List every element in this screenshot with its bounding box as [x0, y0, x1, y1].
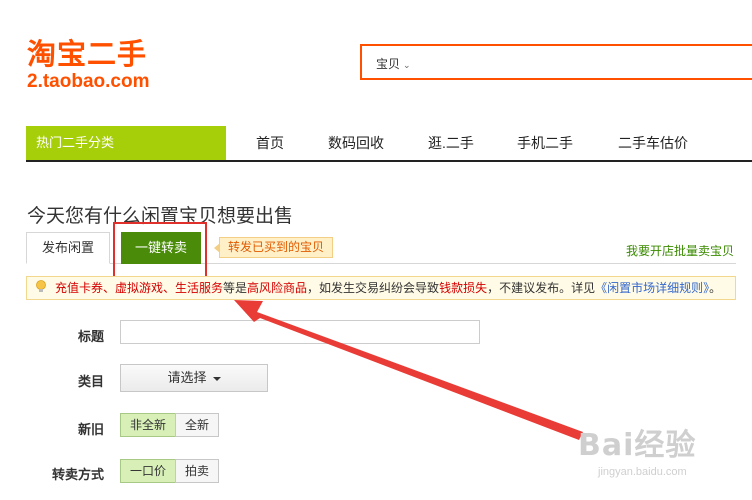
logo-domain-text: 2.taobao.com	[27, 71, 150, 92]
risk-warning-bar: 充值卡券、虚拟游戏、生活服务等是高风险商品，如发生交易纠纷会导致钱款损失，不建议…	[26, 276, 736, 300]
watermark-logo-text: Bai经验	[578, 428, 697, 463]
category-label: 类目	[77, 374, 104, 389]
baidu-jingyan-watermark: Bai经验 jingyan.baidu.com	[578, 420, 696, 478]
annotation-highlight-box	[113, 222, 207, 284]
title-label: 标题	[77, 329, 104, 344]
open-shop-link[interactable]: 我要开店批量卖宝贝	[626, 242, 734, 259]
category-select[interactable]: 请选择	[120, 364, 268, 392]
nav-item-browse[interactable]: 逛.二手	[428, 126, 474, 160]
warning-high-risk-items: 充值卡券、虚拟游戏、生活服务	[55, 281, 224, 295]
warning-text-2: ，如发生交易纠纷会导致	[307, 281, 440, 295]
title-input[interactable]	[120, 320, 480, 344]
taobao-ershou-logo[interactable]: 淘宝二手 2.taobao.com	[27, 38, 149, 92]
condition-option-used[interactable]: 非全新	[120, 413, 176, 437]
condition-label: 新旧	[77, 422, 104, 437]
nav-item-used-phones[interactable]: 手机二手	[517, 126, 573, 160]
tab-publish-idle[interactable]: 发布闲置	[26, 232, 110, 264]
warning-money-loss: 钱款损失	[439, 281, 488, 295]
category-select-label: 请选择	[167, 370, 207, 385]
lightbulb-icon	[36, 280, 46, 292]
sale-method-label: 转卖方式	[51, 467, 104, 482]
market-rules-link[interactable]: 《闲置市场详细规则》	[595, 281, 709, 295]
warning-text-3: ，不建议发布。详见	[487, 281, 596, 295]
resell-tip-bubble: 转发已买到的宝贝	[213, 237, 334, 258]
sale-option-auction[interactable]: 拍卖	[175, 459, 219, 483]
watermark-url: jingyan.baidu.com	[598, 466, 687, 478]
hot-category-menu[interactable]: 热门二手分类	[26, 126, 226, 160]
warning-text-1: 等是	[223, 281, 248, 295]
warning-text-4: 。	[709, 281, 722, 295]
caret-down-icon	[212, 376, 221, 381]
search-type-dropdown[interactable]: 宝贝 ⌄	[376, 55, 411, 72]
search-type-label: 宝贝	[376, 57, 401, 71]
condition-option-new[interactable]: 全新	[175, 413, 219, 437]
sale-option-fixed-price[interactable]: 一口价	[120, 459, 176, 483]
search-bar[interactable]: 宝贝 ⌄	[360, 44, 752, 80]
nav-item-home[interactable]: 首页	[256, 126, 284, 160]
main-nav: 热门二手分类 首页 数码回收 逛.二手 手机二手 二手车估价	[26, 126, 752, 162]
chevron-down-icon: ⌄	[403, 60, 411, 70]
nav-item-used-car[interactable]: 二手车估价	[618, 126, 688, 160]
nav-item-digital-recycle[interactable]: 数码回收	[328, 126, 384, 160]
warning-high-risk-goods: 高风险商品	[247, 281, 308, 295]
logo-chinese-text: 淘宝二手	[27, 37, 148, 71]
